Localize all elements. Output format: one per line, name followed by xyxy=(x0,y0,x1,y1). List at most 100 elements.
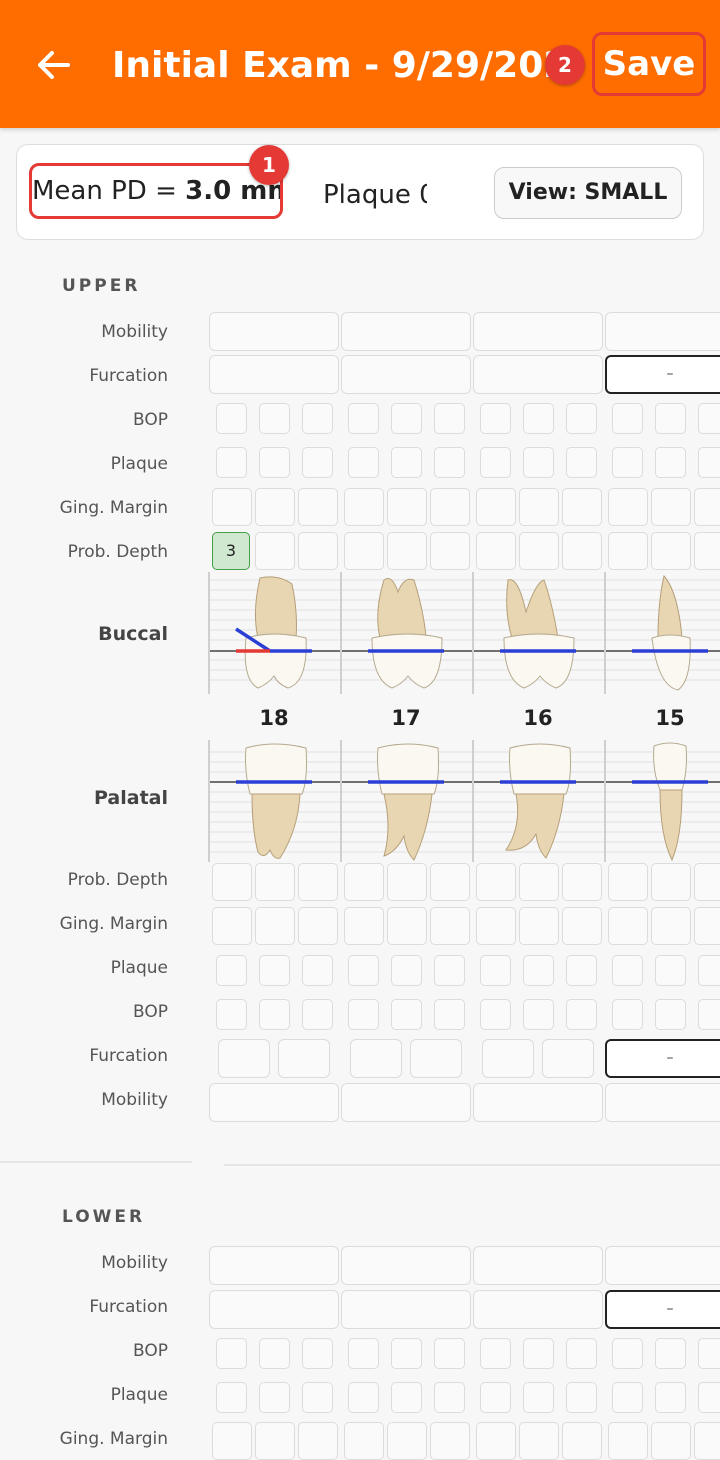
lower-plaque-18-distal[interactable] xyxy=(302,1382,333,1413)
upper-buccal-mobility-18[interactable] xyxy=(209,312,339,351)
upper-buccal-bop-16-distal[interactable] xyxy=(566,403,597,434)
lower-ging-margin-18-distal[interactable] xyxy=(298,1422,338,1460)
upper-palatal-plaque-17-mesial[interactable] xyxy=(348,955,379,986)
lower-ging-margin-17-distal[interactable] xyxy=(430,1422,470,1460)
upper-palatal-mobility-17[interactable] xyxy=(341,1083,471,1122)
lower-ging-margin-17-mesial[interactable] xyxy=(344,1422,384,1460)
lower-plaque-17-distal[interactable] xyxy=(434,1382,465,1413)
upper-palatal-prob-depth-17-mesial[interactable] xyxy=(344,863,384,901)
view-size-button[interactable]: View: SMALL xyxy=(494,167,682,219)
upper-palatal-plaque-16-mid[interactable] xyxy=(523,955,554,986)
lower-bop-15-mesial[interactable] xyxy=(612,1338,643,1369)
upper-buccal-furcation-16[interactable] xyxy=(473,355,603,394)
upper-buccal-bop-15-mid[interactable] xyxy=(655,403,686,434)
upper-buccal-prob-depth-18-mesial[interactable]: 3 xyxy=(212,532,250,570)
upper-buccal-mobility-16[interactable] xyxy=(473,312,603,351)
upper-buccal-mobility-17[interactable] xyxy=(341,312,471,351)
upper-palatal-ging-margin-18-mid[interactable] xyxy=(255,907,295,945)
upper-buccal-plaque-18-mesial[interactable] xyxy=(216,447,247,478)
lower-bop-18-mesial[interactable] xyxy=(216,1338,247,1369)
upper-palatal-prob-depth-16-distal[interactable] xyxy=(562,863,602,901)
lower-bop-18-distal[interactable] xyxy=(302,1338,333,1369)
upper-buccal-plaque-15-distal[interactable] xyxy=(698,447,720,478)
upper-buccal-furcation-17[interactable] xyxy=(341,355,471,394)
lower-ging-margin-15-distal[interactable] xyxy=(694,1422,720,1460)
lower-ging-margin-15-mesial[interactable] xyxy=(608,1422,648,1460)
upper-palatal-plaque-16-distal[interactable] xyxy=(566,955,597,986)
lower-ging-margin-16-mid[interactable] xyxy=(519,1422,559,1460)
upper-palatal-ging-margin-17-distal[interactable] xyxy=(430,907,470,945)
upper-buccal-prob-depth-15-distal[interactable] xyxy=(694,532,720,570)
upper-palatal-prob-depth-18-distal[interactable] xyxy=(298,863,338,901)
lower-bop-16-distal[interactable] xyxy=(566,1338,597,1369)
lower-plaque-15-mid[interactable] xyxy=(655,1382,686,1413)
lower-bop-16-mesial[interactable] xyxy=(480,1338,511,1369)
lower-plaque-17-mid[interactable] xyxy=(391,1382,422,1413)
lower-furcation-16[interactable] xyxy=(473,1290,603,1329)
upper-palatal-bop-15-distal[interactable] xyxy=(698,999,720,1030)
upper-buccal-plaque-16-mesial[interactable] xyxy=(480,447,511,478)
upper-palatal-ging-margin-18-mesial[interactable] xyxy=(212,907,252,945)
upper-palatal-ging-margin-17-mesial[interactable] xyxy=(344,907,384,945)
upper-palatal-ging-margin-16-mesial[interactable] xyxy=(476,907,516,945)
upper-palatal-plaque-18-mid[interactable] xyxy=(259,955,290,986)
upper-buccal-furcation-15[interactable]: – xyxy=(605,355,720,394)
tooth-number-18[interactable]: 18 xyxy=(209,706,339,730)
lower-plaque-18-mesial[interactable] xyxy=(216,1382,247,1413)
upper-palatal-plaque-18-distal[interactable] xyxy=(302,955,333,986)
upper-palatal-plaque-15-distal[interactable] xyxy=(698,955,720,986)
upper-buccal-prob-depth-16-distal[interactable] xyxy=(562,532,602,570)
upper-palatal-furcation-17-mesial[interactable] xyxy=(350,1039,402,1078)
tooth-number-15[interactable]: 15 xyxy=(605,706,720,730)
upper-buccal-bop-15-distal[interactable] xyxy=(698,403,720,434)
upper-buccal-prob-depth-17-mid[interactable] xyxy=(387,532,427,570)
upper-buccal-prob-depth-18-distal[interactable] xyxy=(298,532,338,570)
upper-buccal-bop-16-mesial[interactable] xyxy=(480,403,511,434)
upper-palatal-ging-margin-18-distal[interactable] xyxy=(298,907,338,945)
upper-buccal-ging-margin-18-distal[interactable] xyxy=(298,488,338,526)
upper-palatal-prob-depth-16-mid[interactable] xyxy=(519,863,559,901)
upper-buccal-plaque-18-mid[interactable] xyxy=(259,447,290,478)
lower-mobility-16[interactable] xyxy=(473,1246,603,1285)
lower-ging-margin-18-mid[interactable] xyxy=(255,1422,295,1460)
upper-buccal-plaque-17-mid[interactable] xyxy=(391,447,422,478)
upper-buccal-plaque-17-mesial[interactable] xyxy=(348,447,379,478)
lower-bop-18-mid[interactable] xyxy=(259,1338,290,1369)
upper-palatal-bop-15-mid[interactable] xyxy=(655,999,686,1030)
lower-ging-margin-16-mesial[interactable] xyxy=(476,1422,516,1460)
upper-palatal-plaque-17-mid[interactable] xyxy=(391,955,422,986)
upper-palatal-prob-depth-18-mid[interactable] xyxy=(255,863,295,901)
lower-plaque-18-mid[interactable] xyxy=(259,1382,290,1413)
upper-palatal-plaque-16-mesial[interactable] xyxy=(480,955,511,986)
lower-ging-margin-15-mid[interactable] xyxy=(651,1422,691,1460)
upper-palatal-prob-depth-18-mesial[interactable] xyxy=(212,863,252,901)
save-button[interactable]: Save xyxy=(592,32,706,96)
upper-palatal-bop-16-mid[interactable] xyxy=(523,999,554,1030)
upper-palatal-furcation-16-mesial[interactable] xyxy=(482,1039,534,1078)
upper-buccal-mobility-15[interactable] xyxy=(605,312,720,351)
upper-buccal-bop-18-mesial[interactable] xyxy=(216,403,247,434)
lower-furcation-15[interactable]: – xyxy=(605,1290,720,1329)
upper-palatal-bop-16-mesial[interactable] xyxy=(480,999,511,1030)
upper-buccal-ging-margin-16-mid[interactable] xyxy=(519,488,559,526)
lower-bop-17-mesial[interactable] xyxy=(348,1338,379,1369)
upper-palatal-bop-15-mesial[interactable] xyxy=(612,999,643,1030)
lower-ging-margin-17-mid[interactable] xyxy=(387,1422,427,1460)
upper-buccal-prob-depth-17-mesial[interactable] xyxy=(344,532,384,570)
upper-buccal-prob-depth-15-mesial[interactable] xyxy=(608,532,648,570)
upper-buccal-plaque-18-distal[interactable] xyxy=(302,447,333,478)
upper-buccal-bop-17-mesial[interactable] xyxy=(348,403,379,434)
upper-buccal-prob-depth-18-mid[interactable] xyxy=(255,532,295,570)
upper-palatal-mobility-16[interactable] xyxy=(473,1083,603,1122)
upper-palatal-mobility-18[interactable] xyxy=(209,1083,339,1122)
upper-buccal-ging-margin-17-distal[interactable] xyxy=(430,488,470,526)
lower-plaque-17-mesial[interactable] xyxy=(348,1382,379,1413)
upper-palatal-ging-margin-16-mid[interactable] xyxy=(519,907,559,945)
upper-palatal-ging-margin-15-mid[interactable] xyxy=(651,907,691,945)
upper-palatal-bop-17-distal[interactable] xyxy=(434,999,465,1030)
mean-pd-indicator[interactable]: Mean PD = 3.0 mm xyxy=(29,163,283,219)
upper-buccal-bop-16-mid[interactable] xyxy=(523,403,554,434)
upper-buccal-ging-margin-16-distal[interactable] xyxy=(562,488,602,526)
upper-palatal-furcation-16-distal[interactable] xyxy=(542,1039,594,1078)
upper-palatal-prob-depth-15-distal[interactable] xyxy=(694,863,720,901)
